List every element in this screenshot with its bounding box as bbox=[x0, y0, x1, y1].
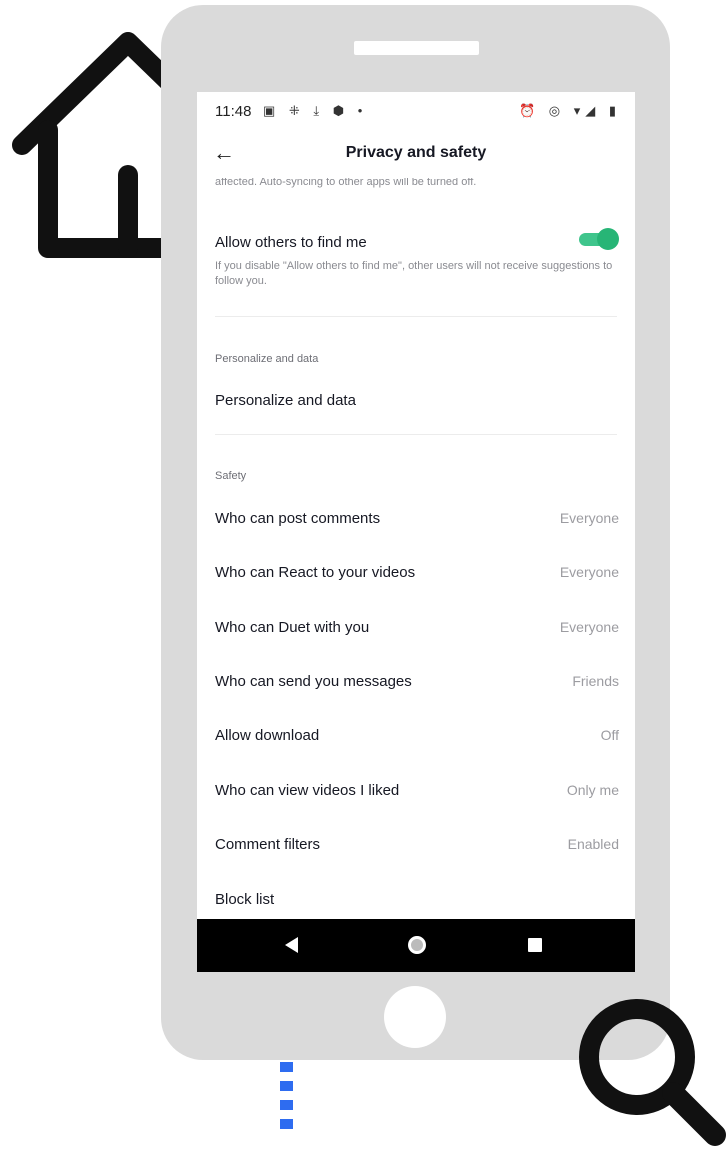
allow-find-me-row[interactable]: Allow others to find me If you disable "… bbox=[215, 228, 619, 289]
search-icon bbox=[579, 999, 726, 1146]
allow-find-me-toggle[interactable] bbox=[579, 228, 619, 250]
personalize-data-row[interactable]: Personalize and data bbox=[215, 392, 619, 416]
allow-find-me-label: Allow others to find me bbox=[215, 234, 367, 251]
phone-home-button[interactable] bbox=[384, 986, 446, 1048]
section-label-personalize: Personalize and data bbox=[215, 353, 319, 365]
setting-label: Who can send you messages bbox=[215, 673, 412, 690]
nav-home-icon[interactable] bbox=[408, 936, 426, 954]
setting-label: Allow download bbox=[215, 727, 320, 744]
status-time: 11:48 bbox=[215, 103, 252, 120]
toggle-thumb bbox=[597, 228, 619, 250]
page-title: Privacy and safety bbox=[345, 144, 487, 161]
nav-back-icon[interactable] bbox=[285, 937, 298, 953]
setting-label: Block list bbox=[215, 891, 275, 908]
divider bbox=[215, 434, 617, 435]
personalize-data-label: Personalize and data bbox=[215, 392, 356, 409]
phone-screen: 11:48 ▣ ⁜ ⤓ ⬢ • ⏰ ◎ ▾◢ ▮ ← Privacy and s… bbox=[197, 92, 635, 972]
setting-value: Friends bbox=[572, 673, 619, 689]
setting-value: Everyone bbox=[559, 564, 619, 580]
setting-label: Who can React to your videos bbox=[215, 564, 416, 581]
setting-value: Off bbox=[600, 727, 619, 743]
android-nav-bar bbox=[197, 919, 635, 972]
safety-item-download[interactable]: Allow download Off bbox=[215, 727, 619, 751]
safety-item-messages[interactable]: Who can send you messages Friends bbox=[215, 673, 619, 697]
setting-label: Who can post comments bbox=[215, 510, 381, 527]
status-bar: 11:48 ▣ ⁜ ⤓ ⬢ • ⏰ ◎ ▾◢ ▮ bbox=[197, 92, 635, 128]
setting-value: Everyone bbox=[559, 619, 619, 635]
setting-value: Only me bbox=[566, 782, 619, 798]
setting-value: Everyone bbox=[559, 510, 619, 526]
safety-item-block-list[interactable]: Block list bbox=[215, 891, 619, 915]
phone-speaker bbox=[354, 41, 479, 55]
setting-label: Who can Duet with you bbox=[215, 619, 370, 636]
setting-value: Enabled bbox=[567, 836, 619, 852]
allow-find-me-description: If you disable "Allow others to find me"… bbox=[215, 260, 613, 287]
safety-item-duet[interactable]: Who can Duet with you Everyone bbox=[215, 619, 619, 643]
system-status-icons: ⏰ ◎ ▾◢ ▮ bbox=[518, 103, 621, 118]
section-label-safety: Safety bbox=[215, 470, 247, 482]
dotted-line bbox=[280, 1062, 296, 1138]
safety-item-react[interactable]: Who can React to your videos Everyone bbox=[215, 564, 619, 588]
nav-recent-apps-icon[interactable] bbox=[528, 938, 542, 952]
notification-icons: ▣ ⁜ ⤓ ⬢ • bbox=[263, 103, 368, 118]
safety-item-comment-filters[interactable]: Comment filters Enabled bbox=[215, 836, 619, 860]
setting-label: Who can view videos I liked bbox=[215, 782, 400, 799]
safety-item-post-comments[interactable]: Who can post comments Everyone bbox=[215, 510, 619, 534]
phone-frame: 11:48 ▣ ⁜ ⤓ ⬢ • ⏰ ◎ ▾◢ ▮ ← Privacy and s… bbox=[161, 5, 670, 1060]
divider bbox=[215, 316, 617, 317]
setting-label: Comment filters bbox=[215, 836, 321, 853]
truncated-description: affected. Auto-syncing to other apps wil… bbox=[215, 178, 477, 188]
app-header: ← Privacy and safety bbox=[197, 128, 635, 178]
safety-item-liked-videos[interactable]: Who can view videos I liked Only me bbox=[215, 782, 619, 806]
